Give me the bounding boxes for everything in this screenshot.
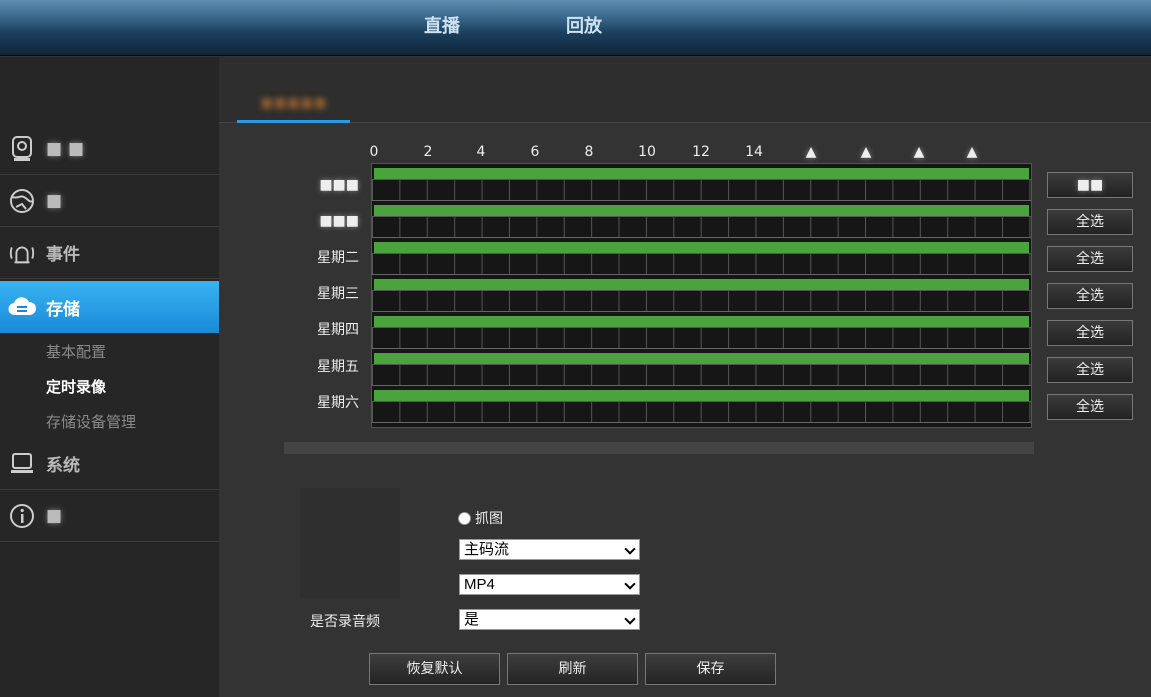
select-all-button[interactable]: 全选 <box>1047 320 1133 346</box>
top-header: 直播 回放 <box>0 0 1151 56</box>
hour-label: 12 <box>692 144 710 160</box>
tab-label: ■■■■■ <box>260 95 327 111</box>
hour-label: 14 <box>745 144 763 160</box>
select-all-button[interactable]: ■■ <box>1047 172 1133 198</box>
day-label: 星期五 <box>317 359 359 375</box>
select-all-button[interactable]: 全选 <box>1047 209 1133 235</box>
schedule-row[interactable] <box>372 388 1031 425</box>
schedule-bar[interactable] <box>374 316 1029 327</box>
radio-circle[interactable] <box>458 511 471 525</box>
camera-icon <box>8 135 36 163</box>
horizontal-scrollbar[interactable] <box>284 442 1034 454</box>
hour-label: 0 <box>369 144 379 160</box>
save-button[interactable]: 保存 <box>645 653 776 685</box>
sidebar-item-label: 存储 <box>46 299 80 320</box>
audio-select[interactable]: 是 <box>459 609 640 630</box>
schedule-bar[interactable] <box>374 353 1029 364</box>
hour-label: ▲ <box>860 144 872 160</box>
day-label: ■■■ <box>319 177 359 193</box>
hour-label: ▲ <box>805 144 817 160</box>
chevron-down-icon <box>624 578 636 590</box>
day-label: 星期四 <box>317 322 359 338</box>
schedule-row[interactable] <box>372 314 1031 351</box>
sidebar-item-label: ■ ■ <box>46 138 85 159</box>
select-all-button[interactable]: 全选 <box>1047 246 1133 272</box>
schedule-cells[interactable] <box>372 290 1031 312</box>
nav-live[interactable]: 直播 <box>424 12 460 38</box>
format-select[interactable]: MP4 <box>459 574 640 595</box>
day-label: 星期二 <box>317 250 359 266</box>
sidebar: ■ ■ ■ 事件 存储 基本配置 定时录像 存储设备管理 系统 ■ <box>0 57 230 697</box>
cloud-storage-icon <box>8 293 36 321</box>
schedule-bar[interactable] <box>374 168 1029 179</box>
hour-label: 4 <box>476 144 486 160</box>
capture-label: 抓图 <box>475 511 503 527</box>
info-icon <box>8 502 36 530</box>
nav-playback[interactable]: 回放 <box>566 12 602 38</box>
schedule-cells[interactable] <box>372 216 1031 238</box>
schedule-bar[interactable] <box>374 390 1029 401</box>
stream-select[interactable]: 主码流 <box>459 539 640 560</box>
capture-radio[interactable]: 抓图 <box>458 508 503 528</box>
chevron-down-icon <box>624 543 636 555</box>
sidebar-item-camera[interactable]: ■ ■ <box>0 123 219 175</box>
globe-icon <box>8 187 36 215</box>
hour-label: 2 <box>423 144 433 160</box>
sidebar-item-system[interactable]: 系统 <box>0 438 219 490</box>
stream-value: 主码流 <box>464 541 510 558</box>
hour-label: 10 <box>638 144 656 160</box>
sidebar-item-event[interactable]: 事件 <box>0 227 219 279</box>
day-label: ■■■ <box>319 213 359 229</box>
schedule-row[interactable] <box>372 240 1031 277</box>
select-all-button[interactable]: 全选 <box>1047 357 1133 383</box>
day-label: 星期三 <box>317 286 359 302</box>
select-all-button[interactable]: 全选 <box>1047 394 1133 420</box>
alarm-icon <box>8 239 36 267</box>
schedule-cells[interactable] <box>372 364 1031 386</box>
sub-item-storage-device[interactable]: 存储设备管理 <box>46 411 136 432</box>
sidebar-item-storage[interactable]: 存储 <box>0 281 230 333</box>
tab-schedule[interactable]: ■■■■■ <box>237 87 350 123</box>
sub-item-scheduled-recording[interactable]: 定时录像 <box>46 376 106 397</box>
schedule-cells[interactable] <box>372 401 1031 423</box>
tab-strip: ■■■■■ <box>219 57 1151 123</box>
schedule-bar[interactable] <box>374 205 1029 216</box>
hour-label: ▲ <box>966 144 978 160</box>
hour-label: ▲ <box>913 144 925 160</box>
refresh-button[interactable]: 刷新 <box>507 653 638 685</box>
schedule-cells[interactable] <box>372 179 1031 201</box>
schedule-bar[interactable] <box>374 242 1029 253</box>
schedule-bar[interactable] <box>374 279 1029 290</box>
tab-underline <box>237 120 350 123</box>
schedule-row[interactable] <box>372 166 1031 203</box>
audio-value: 是 <box>464 611 480 628</box>
audio-label: 是否录音频 <box>310 614 380 630</box>
form-label-panel <box>300 488 400 598</box>
sidebar-item-label: ■ <box>46 505 63 526</box>
chevron-down-icon <box>624 613 636 625</box>
sidebar-item-label: 事件 <box>46 245 80 265</box>
schedule-row[interactable] <box>372 351 1031 388</box>
restore-default-button[interactable]: 恢复默认 <box>369 653 500 685</box>
select-all-button[interactable]: 全选 <box>1047 283 1133 309</box>
schedule-cells[interactable] <box>372 253 1031 275</box>
computer-icon <box>8 450 36 478</box>
format-value: MP4 <box>464 576 495 593</box>
schedule-row[interactable] <box>372 277 1031 314</box>
day-label: 星期六 <box>317 395 359 411</box>
sidebar-item-label: 系统 <box>46 456 80 476</box>
sub-item-basic-config[interactable]: 基本配置 <box>46 341 106 362</box>
hour-label: 6 <box>530 144 540 160</box>
schedule-row[interactable] <box>372 203 1031 240</box>
sidebar-item-network[interactable]: ■ <box>0 175 219 227</box>
hour-label: 8 <box>584 144 594 160</box>
schedule-cells[interactable] <box>372 327 1031 349</box>
sidebar-item-info[interactable]: ■ <box>0 490 219 542</box>
schedule-grid[interactable] <box>371 163 1032 428</box>
sidebar-item-label: ■ <box>46 190 63 211</box>
